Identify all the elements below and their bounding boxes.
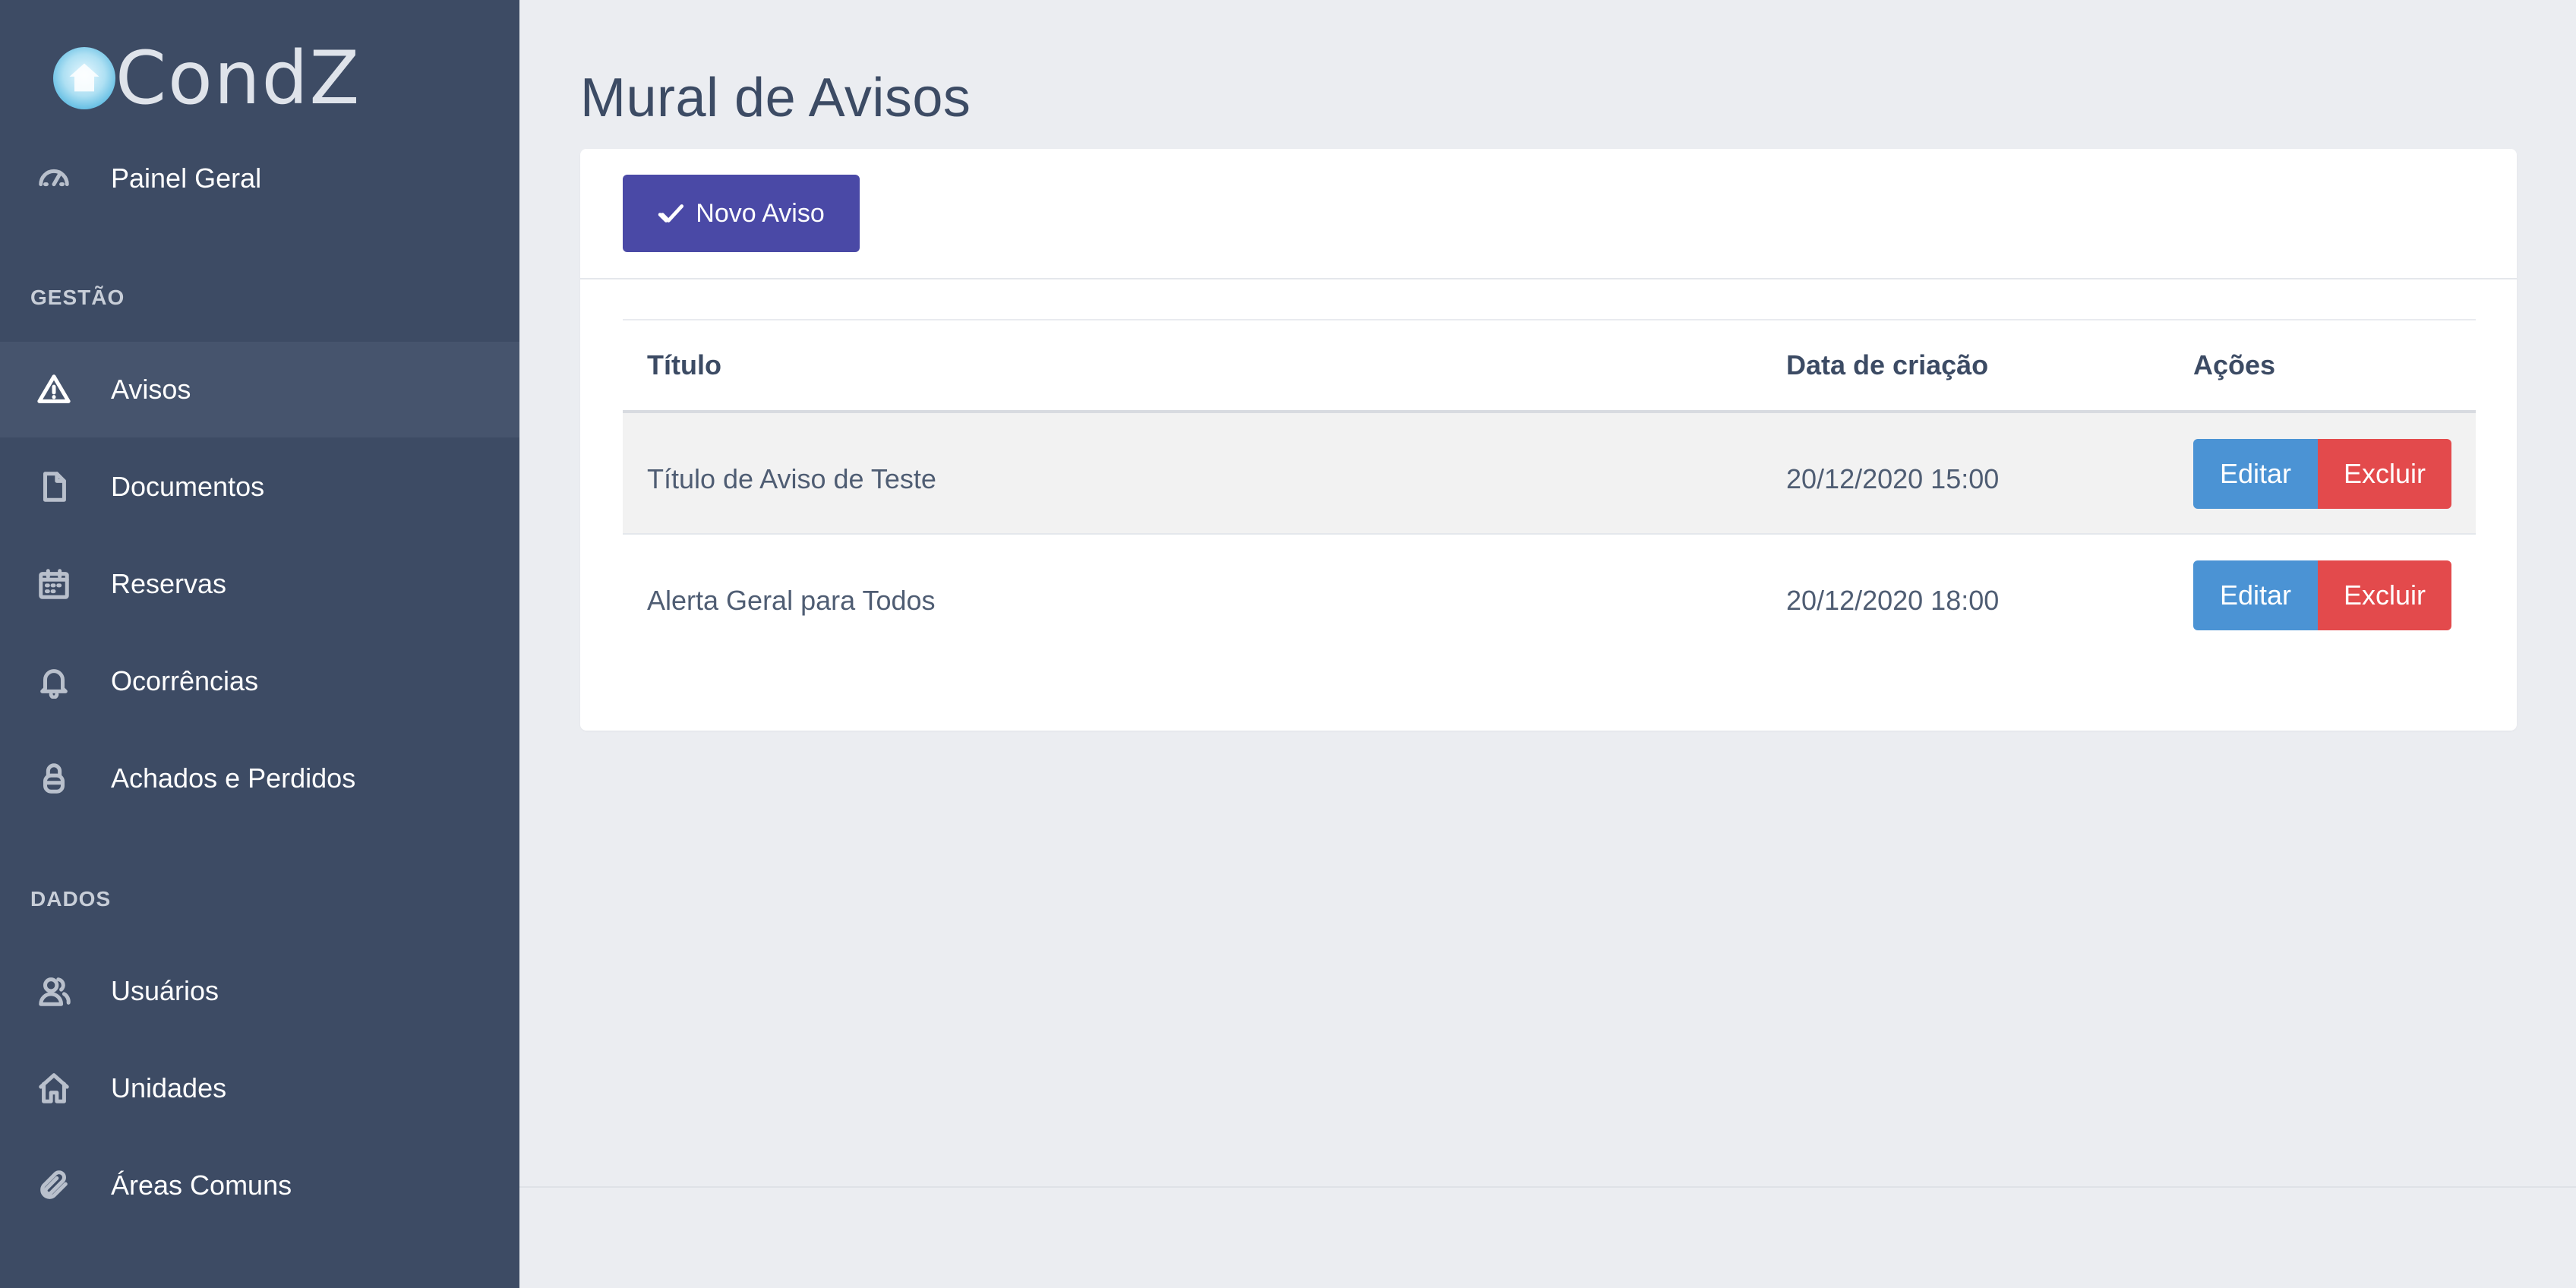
delete-button[interactable]: Excluir xyxy=(2318,560,2451,630)
bell-icon xyxy=(33,661,74,702)
warning-icon xyxy=(33,369,74,410)
column-header-date[interactable]: Data de criação xyxy=(1786,349,1988,381)
column-header-actions: Ações xyxy=(2193,349,2276,380)
home-icon xyxy=(33,1068,74,1109)
sidebar-item-label: Áreas Comuns xyxy=(111,1170,292,1201)
sidebar-item-label: Reservas xyxy=(111,568,227,599)
section-title-dados: DADOS xyxy=(30,887,112,911)
notices-table: Título Data de criação Ações Título de A… xyxy=(623,319,2476,656)
sidebar-item-painel-geral[interactable]: Painel Geral xyxy=(0,131,519,226)
section-title-gestao: GESTÃO xyxy=(30,286,125,309)
sidebar-item-label: Achados e Perdidos xyxy=(111,762,356,794)
row-date: 20/12/2020 15:00 xyxy=(1786,463,2000,494)
sidebar-item-areas-comuns[interactable]: Áreas Comuns xyxy=(0,1138,519,1233)
sidebar-item-label: Documentos xyxy=(111,471,265,502)
edit-button[interactable]: Editar xyxy=(2193,439,2318,509)
sidebar-item-unidades[interactable]: Unidades xyxy=(0,1040,519,1136)
sidebar-item-avisos[interactable]: Avisos xyxy=(0,342,519,437)
table-header: Título Data de criação Ações xyxy=(623,320,2476,413)
sidebar: CondZ Painel Geral GESTÃO Avisos Documen… xyxy=(0,0,519,1288)
speedometer-icon xyxy=(33,158,74,199)
column-header-title[interactable]: Título xyxy=(647,349,721,381)
row-title: Alerta Geral para Todos xyxy=(647,585,936,616)
sidebar-item-reservas[interactable]: Reservas xyxy=(0,536,519,632)
row-date: 20/12/2020 18:00 xyxy=(1786,585,2000,616)
users-icon xyxy=(33,971,74,1012)
delete-button[interactable]: Excluir xyxy=(2318,439,2451,509)
brand-logo[interactable]: CondZ xyxy=(53,36,361,120)
notices-card: Novo Aviso Título Data de criação Ações … xyxy=(580,149,2517,731)
table-row: Título de Aviso de Teste 20/12/2020 15:0… xyxy=(623,413,2476,535)
sidebar-item-label: Usuários xyxy=(111,975,219,1006)
new-notice-button[interactable]: Novo Aviso xyxy=(623,175,860,252)
sidebar-item-label: Painel Geral xyxy=(111,163,262,194)
row-actions: Editar Excluir xyxy=(2193,439,2451,509)
logo-icon xyxy=(53,47,115,109)
document-icon xyxy=(33,466,74,507)
row-actions: Editar Excluir xyxy=(2193,560,2451,630)
sidebar-item-usuarios[interactable]: Usuários xyxy=(0,943,519,1039)
table-row: Alerta Geral para Todos 20/12/2020 18:00… xyxy=(623,535,2476,656)
sidebar-item-label: Avisos xyxy=(111,374,191,405)
sidebar-item-label: Unidades xyxy=(111,1072,227,1103)
row-title: Título de Aviso de Teste xyxy=(647,463,936,494)
lock-icon xyxy=(33,758,74,799)
new-notice-label: Novo Aviso xyxy=(696,198,825,228)
edit-button[interactable]: Editar xyxy=(2193,560,2318,630)
card-header: Novo Aviso xyxy=(580,149,2517,279)
page-title: Mural de Avisos xyxy=(580,68,971,128)
check-icon xyxy=(658,204,684,223)
brand-name: CondZ xyxy=(115,36,361,121)
paperclip-icon xyxy=(33,1165,74,1206)
footer xyxy=(519,1186,2576,1288)
sidebar-item-achados-perdidos[interactable]: Achados e Perdidos xyxy=(0,731,519,826)
sidebar-item-label: Ocorrências xyxy=(111,665,259,696)
calendar-icon xyxy=(33,564,74,605)
sidebar-item-documentos[interactable]: Documentos xyxy=(0,439,519,535)
sidebar-item-ocorrencias[interactable]: Ocorrências xyxy=(0,633,519,729)
